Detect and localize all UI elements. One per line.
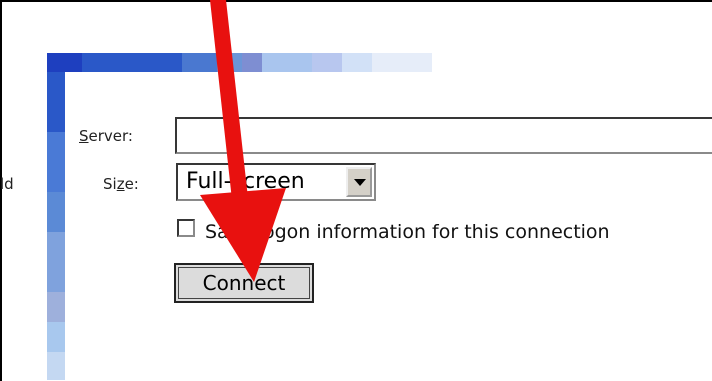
- save-logon-checkbox[interactable]: [177, 219, 195, 237]
- server-label: Server:: [79, 127, 133, 145]
- chevron-down-icon: [354, 179, 366, 186]
- server-input[interactable]: [175, 117, 712, 154]
- decor-segment: [47, 72, 65, 132]
- size-label-post: e:: [124, 175, 139, 193]
- save-logon-label[interactable]: Save logon information for this connecti…: [205, 221, 610, 243]
- decor-segment: [182, 53, 217, 72]
- decorative-left-bar: [47, 72, 65, 380]
- decor-segment: [242, 53, 262, 72]
- dropdown-button[interactable]: [346, 167, 372, 197]
- size-label-pre: Si: [103, 175, 117, 193]
- decor-segment: [82, 53, 182, 72]
- size-label-accesskey: z: [116, 175, 125, 193]
- size-select[interactable]: Full-screen: [176, 163, 376, 201]
- decor-segment: [372, 53, 432, 72]
- decor-segment: [262, 53, 312, 72]
- decor-segment: [47, 53, 82, 72]
- decor-segment: [312, 53, 342, 72]
- size-selected-value: Full-screen: [186, 169, 305, 194]
- size-label: Size:: [103, 175, 139, 193]
- truncated-side-label: ld: [0, 175, 14, 193]
- decor-segment: [342, 53, 372, 72]
- decor-segment: [47, 232, 65, 292]
- decor-segment: [47, 322, 65, 352]
- server-label-text: erver:: [88, 127, 133, 145]
- decor-segment: [47, 352, 65, 380]
- decor-segment: [47, 132, 65, 192]
- decorative-top-bar: [47, 53, 432, 72]
- connect-button[interactable]: Connect: [174, 263, 314, 303]
- decor-segment: [217, 53, 242, 72]
- decor-segment: [47, 192, 65, 232]
- server-label-accesskey: S: [79, 127, 89, 145]
- decor-segment: [47, 292, 65, 322]
